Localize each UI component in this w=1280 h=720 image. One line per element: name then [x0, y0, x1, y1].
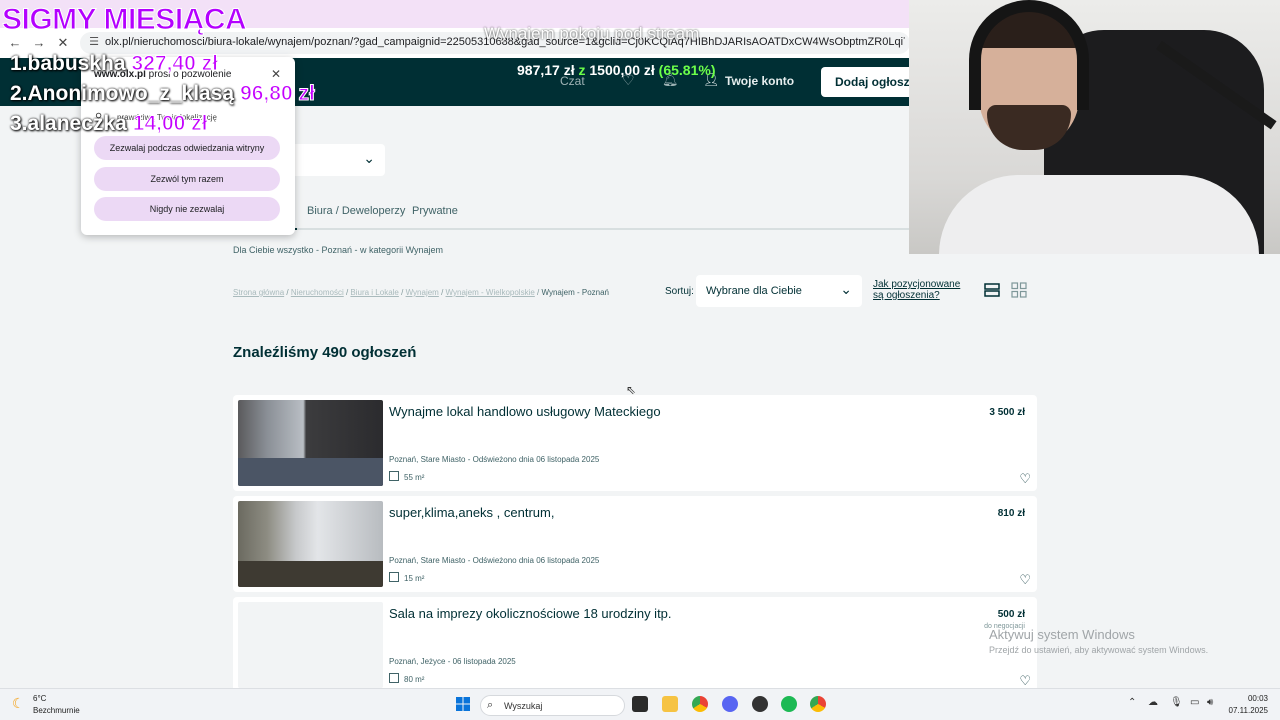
heart-icon[interactable]: ♡ [1019, 673, 1031, 689]
rank-amount: 14,00 zł [132, 112, 208, 136]
listing-price: 810 zł [997, 508, 1025, 519]
ranking-row: 3.alaneczka 14,00 zł [10, 112, 208, 136]
listing-title[interactable]: Sala na imprezy okolicznościowe 18 urodz… [389, 606, 672, 621]
rank-number: 1. [10, 52, 28, 75]
weather-condition[interactable]: Bezchmurnie [33, 706, 80, 715]
list-view-icon[interactable] [984, 282, 1000, 298]
listing-card[interactable]: Wynajme lokal handlowo usługowy Mateckie… [233, 395, 1037, 491]
ranking-row: 1.babuskha 327,40 zł [10, 52, 218, 76]
clock-date[interactable]: 07.11.2025 [1224, 706, 1268, 715]
overlay-title: SIGMY MIESIĄCA [1, 3, 247, 37]
listing-card[interactable]: super,klima,aneks , centrum, 810 zł Pozn… [233, 496, 1037, 592]
discord-icon[interactable] [722, 696, 738, 712]
chrome-icon[interactable] [692, 696, 708, 712]
area-icon [389, 471, 399, 481]
rank-name: alaneczka [27, 112, 127, 135]
weather-temp[interactable]: 6°C [33, 694, 46, 703]
breadcrumb-link[interactable]: Nieruchomości [291, 288, 344, 297]
rank-number: 2. [10, 82, 28, 105]
breadcrumb-link[interactable]: Strona główna [233, 288, 284, 297]
windows-taskbar: ☾ 6°C Bezchmurnie ⌕ Wyszukaj ⌃ ☁ 🎙︎ ▭ 🔊︎… [0, 688, 1280, 720]
listing-location: Poznań, Stare Miasto - Odświeżono dnia 0… [389, 556, 600, 565]
category-info: Dla Ciebie wszystko - Poznań - w kategor… [233, 245, 443, 255]
headphones [969, 0, 1089, 110]
file-explorer-icon[interactable] [662, 696, 678, 712]
rank-name: Anonimowo_z_klasą [27, 82, 235, 105]
area-icon [389, 572, 399, 582]
area-icon [389, 673, 399, 683]
goal-text: 987,17 zł z 1500,00 zł (65.81%) [517, 62, 715, 78]
streamer-shirt [939, 175, 1259, 254]
heart-icon[interactable]: ♡ [1019, 471, 1031, 487]
heart-icon[interactable]: ♡ [1019, 572, 1031, 588]
goal-current: 987,17 zł [517, 62, 575, 78]
listing-price: 500 zł [997, 609, 1025, 620]
listing-area: 80 m² [404, 675, 425, 684]
listing-location: Poznań, Jeżyce - 06 listopada 2025 [389, 657, 516, 666]
listing-photo[interactable] [238, 400, 383, 486]
clock-time[interactable]: 00:03 [1224, 694, 1268, 703]
positioning-info-link[interactable]: Jak pozycjonowane są ogłoszenia? [873, 279, 973, 301]
activation-description: Przejdź do ustawień, aby aktywować syste… [989, 645, 1209, 655]
listing-area: 15 m² [404, 574, 425, 583]
microphone-icon[interactable]: 🎙︎ [1170, 697, 1183, 708]
search-icon: ⌕ [487, 699, 494, 711]
tray-overflow-icon[interactable]: ⌃ [1128, 697, 1136, 708]
taskbar-search[interactable]: ⌕ Wyszukaj [480, 695, 625, 716]
rank-name: babuskha [27, 52, 126, 75]
goal-separator: z [578, 62, 586, 78]
chevron-down-icon: ⌄ [363, 150, 375, 166]
breadcrumb-link[interactable]: Wynajem [406, 288, 439, 297]
tab-private[interactable]: Prywatne [412, 205, 458, 217]
allow-once-button[interactable]: Zezwól tym razem [94, 167, 280, 191]
breadcrumb: Strona główna / Nieruchomości / Biura i … [233, 288, 609, 297]
task-view-icon[interactable] [632, 696, 648, 712]
allow-always-button[interactable]: Zezwalaj podczas odwiedzania witryny [94, 136, 280, 160]
donation-goal: 987,17 zł z 1500,00 zł (65.81%) [465, 58, 912, 84]
listing-location: Poznań, Stare Miasto - Odświeżono dnia 0… [389, 455, 600, 464]
weather-moon-icon[interactable]: ☾ [12, 695, 28, 711]
windows-activation-watermark: Aktywuj system Windows Przejdź do ustawi… [989, 627, 1208, 655]
sort-label: Sortuj: [665, 286, 694, 297]
goal-target: 1500,00 zł [589, 62, 655, 78]
onedrive-icon[interactable]: ☁ [1148, 697, 1158, 708]
windows-start-icon[interactable] [455, 696, 471, 712]
chevron-down-icon: ⌄ [840, 281, 852, 297]
rank-amount: 96,80 zł [240, 82, 316, 106]
grid-view-icon[interactable] [1011, 282, 1027, 298]
listing-price: 3 500 zł [989, 407, 1025, 418]
listing-area: 55 m² [404, 473, 425, 482]
listing-photo[interactable] [238, 602, 383, 688]
ranking-row: 2.Anonimowo_z_klasą 96,80 zł [10, 82, 315, 106]
chrome-icon[interactable] [810, 696, 826, 712]
volume-icon[interactable]: 🔊︎ [1207, 697, 1213, 708]
network-icon[interactable]: ▭ [1190, 697, 1199, 708]
close-icon[interactable]: ✕ [271, 67, 281, 81]
rank-amount: 327,40 zł [131, 52, 218, 76]
breadcrumb-link[interactable]: Biura i Lokale [350, 288, 398, 297]
obs-icon[interactable] [752, 696, 768, 712]
tab-business[interactable]: Biura / Deweloperzy [307, 205, 405, 217]
listing-title[interactable]: Wynajme lokal handlowo usługowy Mateckie… [389, 404, 661, 419]
listing-card[interactable]: Sala na imprezy okolicznościowe 18 urodz… [233, 597, 1037, 693]
listing-photo[interactable] [238, 501, 383, 587]
active-tab-indicator [295, 228, 297, 230]
sort-select[interactable]: Wybrane dla Ciebie ⌄ [696, 275, 862, 307]
activation-title: Aktywuj system Windows [989, 627, 1135, 642]
goal-percent: (65.81%) [658, 62, 716, 78]
seller-type-tabs: Biura / Deweloperzy Prywatne [233, 196, 913, 230]
breadcrumb-link[interactable]: Wynajem - Wielkopolskie [446, 288, 535, 297]
site-info-icon[interactable]: ☰ [86, 35, 102, 51]
webcam-feed [909, 0, 1280, 254]
spotify-icon[interactable] [781, 696, 797, 712]
never-allow-button[interactable]: Nigdy nie zezwalaj [94, 197, 280, 221]
listing-title[interactable]: super,klima,aneks , centrum, [389, 505, 554, 520]
search-placeholder: Wyszukaj [504, 701, 543, 711]
results-count: Znaleźliśmy 490 ogłoszeń [233, 344, 417, 361]
filter-select[interactable]: ⌄ [280, 144, 385, 176]
rank-number: 3. [10, 112, 28, 135]
stream-title: Wynajem pokoju pod stream [484, 24, 700, 43]
sort-value: Wybrane dla Ciebie [706, 285, 802, 297]
breadcrumb-current: Wynajem - Poznań [541, 288, 609, 297]
